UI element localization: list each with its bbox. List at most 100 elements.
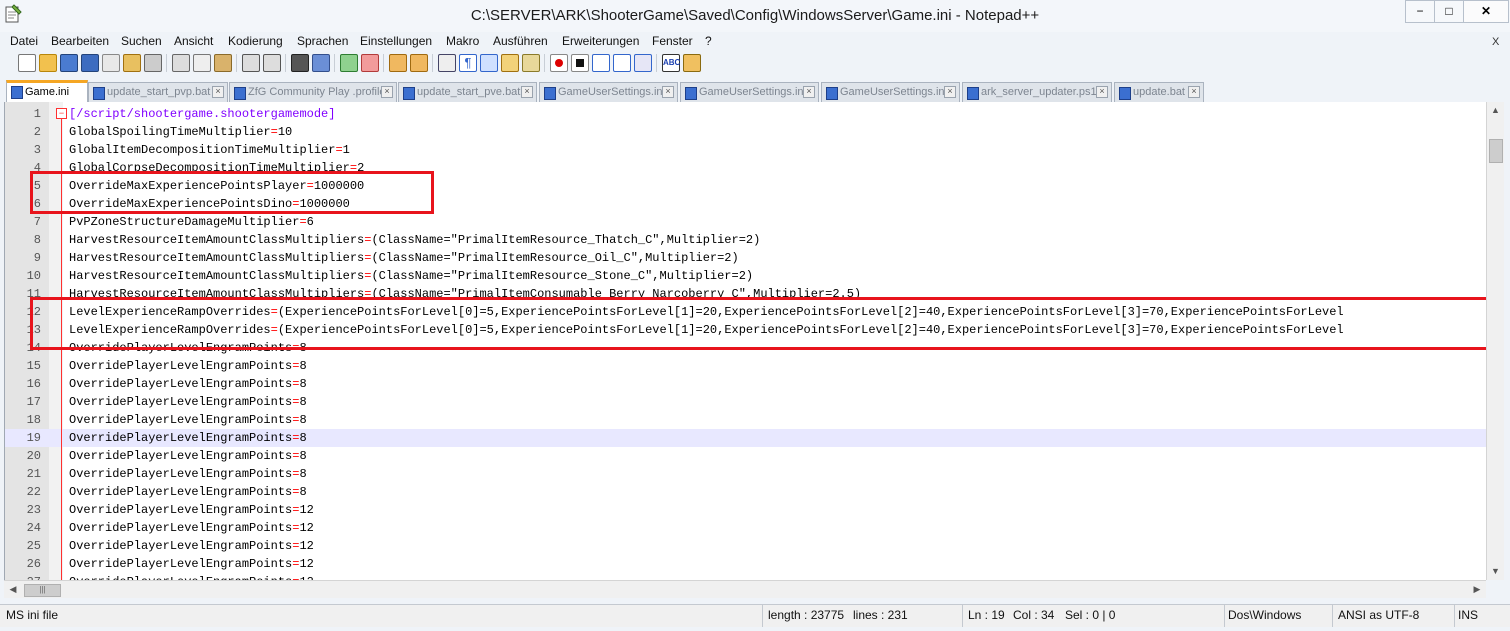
editor-line[interactable]: 22 OverridePlayerLevelEngramPoints=8 [5,483,1487,501]
tab-zfg-community-profile[interactable]: ZfG Community Play .profile × [229,82,397,102]
tab-ark-server-updater[interactable]: ark_server_updater.ps1 × [962,82,1112,102]
tab-update-start-pve[interactable]: update_start_pve.bat × [398,82,537,102]
open-file-icon[interactable] [39,54,57,72]
undo-icon[interactable] [242,54,260,72]
editor-line[interactable]: 26 OverridePlayerLevelEngramPoints=12 [5,555,1487,573]
editor-line[interactable]: 12 LevelExperienceRampOverrides=(Experien… [5,303,1487,321]
function-list-icon[interactable] [522,54,540,72]
scroll-left-icon[interactable]: ◀ [6,581,20,598]
tab-close-icon[interactable]: × [212,86,224,98]
plugin-icon[interactable] [683,54,701,72]
tab-gameusersettings-2[interactable]: GameUserSettings.ini × [680,82,819,102]
editor-line[interactable]: 13 LevelExperienceRampOverrides=(Experien… [5,321,1487,339]
minimize-button[interactable]: − [1405,0,1435,23]
editor-line[interactable]: 14 OverridePlayerLevelEngramPoints=8 [5,339,1487,357]
record-macro-icon[interactable] [550,54,568,72]
fold-toggle-icon[interactable]: − [56,108,67,119]
indent-guide-icon[interactable] [480,54,498,72]
editor-line[interactable]: 4 GlobalCorpseDecompositionTimeMultiplier… [5,159,1487,177]
editor-line[interactable]: 10 HarvestResourceItemAmountClassMultipli… [5,267,1487,285]
play-macro-icon[interactable] [592,54,610,72]
save-all-icon[interactable] [81,54,99,72]
menu-suchen[interactable]: Suchen [121,34,162,48]
menu-einstellungen[interactable]: Einstellungen [360,34,432,48]
text-editor[interactable]: 1 [/script/shootergame.shootergamemode] 2 G… [4,102,1487,580]
document-map-icon[interactable] [501,54,519,72]
show-all-characters-icon[interactable]: ¶ [459,54,477,72]
editor-line[interactable]: 5 OverrideMaxExperiencePointsPlayer=10000… [5,177,1487,195]
editor-line[interactable]: 21 OverridePlayerLevelEngramPoints=8 [5,465,1487,483]
editor-line[interactable]: 6 OverrideMaxExperiencePointsDino=1000000 [5,195,1487,213]
editor-line[interactable]: 17 OverridePlayerLevelEngramPoints=8 [5,393,1487,411]
zoom-in-icon[interactable] [340,54,358,72]
maximize-button[interactable]: □ [1434,0,1464,23]
close-document-icon[interactable]: X [1492,36,1499,48]
editor-line[interactable]: 8 HarvestResourceItemAmountClassMultiplie… [5,231,1487,249]
editor-line[interactable]: 24 OverridePlayerLevelEngramPoints=12 [5,519,1487,537]
menu-sprachen[interactable]: Sprachen [297,34,348,48]
sync-vertical-icon[interactable] [389,54,407,72]
new-file-icon[interactable] [18,54,36,72]
tab-update-start-pvp[interactable]: update_start_pvp.bat × [88,82,228,102]
menu-kodierung[interactable]: Kodierung [228,34,283,48]
close-button[interactable]: ✕ [1463,0,1509,23]
tab-close-icon[interactable]: × [1188,86,1200,98]
word-wrap-icon[interactable] [438,54,456,72]
menu-ansicht[interactable]: Ansicht [174,34,213,48]
tab-close-icon[interactable]: × [1096,86,1108,98]
run-macro-multiple-icon[interactable] [613,54,631,72]
zoom-out-icon[interactable] [361,54,379,72]
close-all-icon[interactable] [123,54,141,72]
toolbar-separator [432,54,433,72]
menu-help[interactable]: ? [705,34,712,48]
menu-bearbeiten[interactable]: Bearbeiten [51,34,109,48]
menu-ausfuehren[interactable]: Ausführen [493,34,548,48]
tab-update-bat[interactable]: update.bat × [1114,82,1204,102]
scroll-down-icon[interactable]: ▼ [1487,563,1504,580]
menu-fenster[interactable]: Fenster [652,34,693,48]
vertical-scroll-thumb[interactable] [1489,139,1503,163]
editor-line[interactable]: 1 [/script/shootergame.shootergamemode] [5,105,1487,123]
save-macro-icon[interactable] [634,54,652,72]
print-icon[interactable] [144,54,162,72]
scroll-right-icon[interactable]: ▶ [1470,581,1484,598]
cut-icon[interactable] [172,54,190,72]
editor-line[interactable]: 23 OverridePlayerLevelEngramPoints=12 [5,501,1487,519]
tab-close-icon[interactable]: × [381,86,393,98]
tab-gameusersettings-1[interactable]: GameUserSettings.ini × [539,82,678,102]
vertical-scrollbar[interactable]: ▲ ▼ [1486,102,1504,580]
spellcheck-icon[interactable]: ABC [662,54,680,72]
horizontal-scroll-thumb[interactable]: ||| [24,584,61,597]
menu-makro[interactable]: Makro [446,34,479,48]
menu-erweiterungen[interactable]: Erweiterungen [562,34,639,48]
editor-line[interactable]: 27OverridePlayerLevelEngramPoints=12 [5,573,1487,580]
editor-line[interactable]: 19 OverridePlayerLevelEngramPoints=8 [5,429,1487,447]
editor-line[interactable]: 2 GlobalSpoilingTimeMultiplier=10 [5,123,1487,141]
editor-line[interactable]: 11 HarvestResourceItemAmountClassMultipli… [5,285,1487,303]
find-icon[interactable] [291,54,309,72]
tab-gameusersettings-3[interactable]: GameUserSettings.ini × [821,82,960,102]
editor-line[interactable]: 20 OverridePlayerLevelEngramPoints=8 [5,447,1487,465]
tab-close-icon[interactable]: × [662,86,674,98]
editor-line[interactable]: 7 PvPZoneStructureDamageMultiplier=6 [5,213,1487,231]
paste-icon[interactable] [214,54,232,72]
tab-close-icon[interactable]: × [944,86,956,98]
horizontal-scrollbar[interactable]: ◀ ||| ▶ [4,580,1486,598]
tab-close-icon[interactable]: × [521,86,533,98]
scroll-up-icon[interactable]: ▲ [1487,102,1504,119]
save-icon[interactable] [60,54,78,72]
tab-close-icon[interactable]: × [803,86,815,98]
replace-icon[interactable] [312,54,330,72]
editor-line[interactable]: 16 OverridePlayerLevelEngramPoints=8 [5,375,1487,393]
stop-macro-icon[interactable] [571,54,589,72]
menu-datei[interactable]: Datei [10,34,38,48]
sync-horizontal-icon[interactable] [410,54,428,72]
editor-line[interactable]: 18 OverridePlayerLevelEngramPoints=8 [5,411,1487,429]
redo-icon[interactable] [263,54,281,72]
copy-icon[interactable] [193,54,211,72]
editor-line[interactable]: 15 OverridePlayerLevelEngramPoints=8 [5,357,1487,375]
editor-line[interactable]: 25 OverridePlayerLevelEngramPoints=12 [5,537,1487,555]
close-file-icon[interactable] [102,54,120,72]
editor-line[interactable]: 9 HarvestResourceItemAmountClassMultiplie… [5,249,1487,267]
editor-line[interactable]: 3 GlobalItemDecompositionTimeMultiplier=1 [5,141,1487,159]
